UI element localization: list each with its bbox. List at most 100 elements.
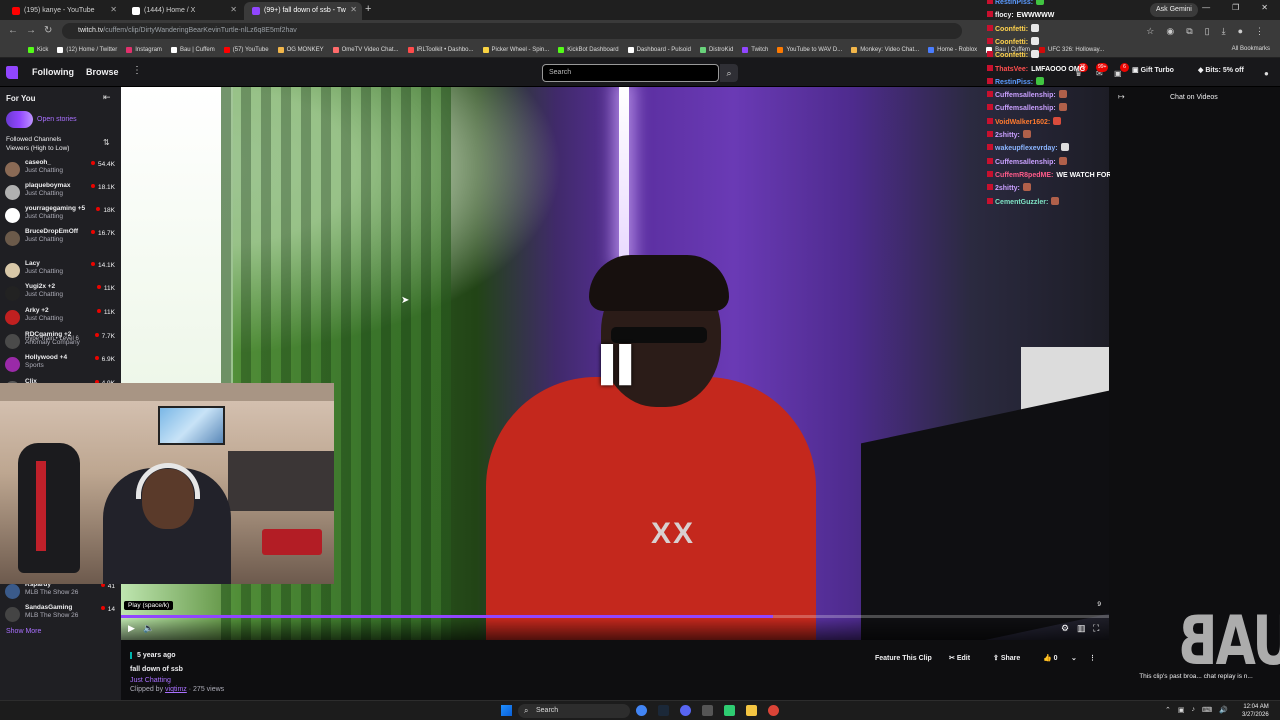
extensions-puzzle-icon[interactable]: ⧉ xyxy=(1186,26,1192,37)
bookmark-item[interactable]: Instagram xyxy=(126,46,162,53)
maximize-icon[interactable]: ❐ xyxy=(1232,3,1239,12)
volume-icon[interactable]: 🔈 xyxy=(143,623,154,634)
chat-username[interactable]: wakeupflexevrday: xyxy=(995,145,1058,152)
tab-twitch-clip[interactable]: (99+) fall down of ssb - Tw ✕ xyxy=(244,2,362,20)
collapse-sidebar-icon[interactable]: ⇤ xyxy=(103,92,111,103)
download-icon[interactable]: ⤓ xyxy=(1222,26,1226,37)
sidebar-channel[interactable]: SandasGaming MLB The Show 26 14 xyxy=(5,603,117,625)
chrome-active-icon[interactable] xyxy=(768,705,779,716)
chat-username[interactable]: RestinPiss: xyxy=(995,0,1033,6)
bookmark-item[interactable]: Dashboard - Pulsoid xyxy=(627,46,691,53)
chat-username[interactable]: CementGuzzler: xyxy=(995,199,1048,206)
taskbar-clock[interactable]: 12:04 AM 3/27/2026 xyxy=(1242,703,1269,719)
url-bar[interactable]: twitch.tv/cuffem/clip/DirtyWanderingBear… xyxy=(62,23,962,39)
new-tab-icon[interactable]: + xyxy=(365,3,371,15)
edit-button[interactable]: ✂ Edit xyxy=(949,652,970,666)
sidebar-channel[interactable]: BruceDropEmOff Just Chatting 16.7K xyxy=(5,227,117,249)
chat-username[interactable]: RestinPiss: xyxy=(995,79,1033,86)
sidebar-channel[interactable]: plaqueboymax Just Chatting 18.1K xyxy=(5,181,117,203)
reload-icon[interactable]: ↻ xyxy=(44,25,52,36)
sidebar-channel[interactable]: Yugi2x +2 Just Chatting 11K xyxy=(5,282,117,304)
bookmark-item[interactable]: (57) YouTube xyxy=(223,46,269,53)
play-icon[interactable]: ▶ xyxy=(128,623,135,634)
chat-username[interactable]: 2shitty: xyxy=(995,185,1020,192)
share-button[interactable]: ⇪ Share xyxy=(993,652,1020,666)
sort-icon[interactable]: ⇅ xyxy=(103,138,110,147)
tab-youtube[interactable]: (195) kanye - YouTube ✕ xyxy=(4,2,122,20)
profile-icon[interactable]: ● xyxy=(1238,26,1243,37)
clipper-link[interactable]: viqtimz xyxy=(165,686,187,693)
bookmark-item[interactable]: Picker Wheel - Spin... xyxy=(482,46,549,53)
clip-category-link[interactable]: Just Chatting xyxy=(130,677,171,684)
chat-username[interactable]: Cuffemsallenship: xyxy=(995,105,1056,112)
feature-clip-button[interactable]: Feature This Clip xyxy=(875,652,932,666)
chat-username[interactable]: ThatsVee: xyxy=(995,66,1028,73)
nav-browse[interactable]: Browse xyxy=(86,67,119,77)
speaker-icon[interactable]: 🔊 xyxy=(1219,706,1228,714)
bookmark-item[interactable]: YouTube to WAV D... xyxy=(777,46,842,53)
bookmark-item[interactable]: UFC 326: Holloway... xyxy=(1038,46,1104,53)
taskbar-search[interactable]: Search xyxy=(518,704,630,718)
chrome-icon[interactable] xyxy=(636,705,647,716)
chevron-down-icon[interactable]: ⌄ xyxy=(1071,652,1077,666)
search-icon[interactable]: ⌕ xyxy=(720,64,738,82)
bookmark-item[interactable]: DistroKid xyxy=(699,46,733,53)
bookmark-item[interactable]: OmeTV Video Chat... xyxy=(332,46,399,53)
chat-username[interactable]: Cuffemsallenship: xyxy=(995,159,1056,166)
bookmark-item[interactable]: Home - Roblox xyxy=(928,46,977,53)
extension-icon[interactable]: ◉ xyxy=(1166,26,1174,37)
close-tab-icon[interactable]: ✕ xyxy=(230,2,237,18)
expand-chat-icon[interactable]: ↦ xyxy=(1118,92,1125,101)
search-input[interactable]: Search xyxy=(542,64,719,82)
discord-icon[interactable] xyxy=(680,705,691,716)
fullscreen-icon[interactable]: ⛶ xyxy=(1093,623,1099,634)
app-tray-icon[interactable]: ▣ xyxy=(1178,706,1185,714)
steam-icon[interactable] xyxy=(658,705,669,716)
bookmark-item[interactable]: KickBot Dashboard xyxy=(558,46,619,53)
close-tab-icon[interactable]: ✕ xyxy=(110,2,117,18)
twitch-logo-icon[interactable] xyxy=(6,66,18,79)
ask-gemini-button[interactable]: Ask Gemini xyxy=(1150,3,1198,17)
chat-username[interactable]: VoidWalker1602: xyxy=(995,119,1050,126)
settings-gear-icon[interactable]: ⚙ xyxy=(1061,623,1069,634)
app-icon[interactable] xyxy=(724,705,735,716)
gift-turbo-button[interactable]: ▣ Gift Turbo xyxy=(1132,66,1174,74)
chat-username[interactable]: 2shitty: xyxy=(995,132,1020,139)
bookmark-item[interactable]: OG MONKEY xyxy=(277,46,324,53)
chat-username[interactable]: Cuffemsallenship: xyxy=(995,92,1056,99)
windows-start-icon[interactable] xyxy=(501,705,512,716)
bookmark-item[interactable]: IRLToolkit • Dashbo... xyxy=(407,46,474,53)
tab-x[interactable]: (1444) Home / X ✕ xyxy=(124,2,242,20)
open-stories[interactable]: Open stories xyxy=(6,111,77,128)
back-icon[interactable]: ← xyxy=(8,25,18,36)
chat-username[interactable]: flocy: xyxy=(995,12,1014,19)
minimize-icon[interactable]: — xyxy=(1202,3,1210,12)
star-icon[interactable]: ☆ xyxy=(1146,26,1154,37)
user-avatar-icon[interactable]: ● xyxy=(1264,69,1269,78)
sidebar-channel[interactable]: Lacy Just Chatting 14.1K xyxy=(5,259,117,281)
file-explorer-icon[interactable] xyxy=(746,705,757,716)
app-icon[interactable] xyxy=(702,705,713,716)
like-button[interactable]: 👍 0 xyxy=(1043,652,1058,666)
sidebar-channel[interactable]: yourragegaming +5 Just Chatting 18K xyxy=(5,204,117,226)
show-more-link[interactable]: Show More xyxy=(6,628,41,635)
pause-overlay-icon[interactable]: ▌▌ xyxy=(601,345,643,384)
nav-following[interactable]: Following xyxy=(32,67,74,77)
bits-button[interactable]: ◆ Bits: 5% off xyxy=(1198,66,1244,74)
theatre-mode-icon[interactable]: ▥ xyxy=(1077,623,1086,634)
bookmark-item[interactable]: Twitch xyxy=(742,46,768,53)
mic-icon[interactable]: ♪ xyxy=(1192,706,1196,714)
bookmark-item[interactable]: Monkey: Video Chat... xyxy=(851,46,919,53)
bookmark-item[interactable]: (12) Home / Twitter xyxy=(57,46,117,53)
chat-username[interactable]: CuffemR8pedME: xyxy=(995,172,1053,179)
bookmark-item[interactable]: Bau | Cuffem xyxy=(170,46,215,53)
forward-icon[interactable]: → xyxy=(26,25,36,36)
chat-username[interactable]: Coonfetti: xyxy=(995,52,1028,59)
network-icon[interactable]: ⌨ xyxy=(1202,706,1212,714)
chat-username[interactable]: Coonfetti: xyxy=(995,39,1028,46)
menu-icon[interactable]: ⋮ xyxy=(1255,26,1264,37)
more-options-icon[interactable]: ⋮ xyxy=(132,65,142,76)
sidebar-channel[interactable]: Hollywood +4 Sports 6.9K xyxy=(5,353,117,375)
close-tab-icon[interactable]: ✕ xyxy=(350,2,357,18)
chat-username[interactable]: Coonfetti: xyxy=(995,26,1028,33)
